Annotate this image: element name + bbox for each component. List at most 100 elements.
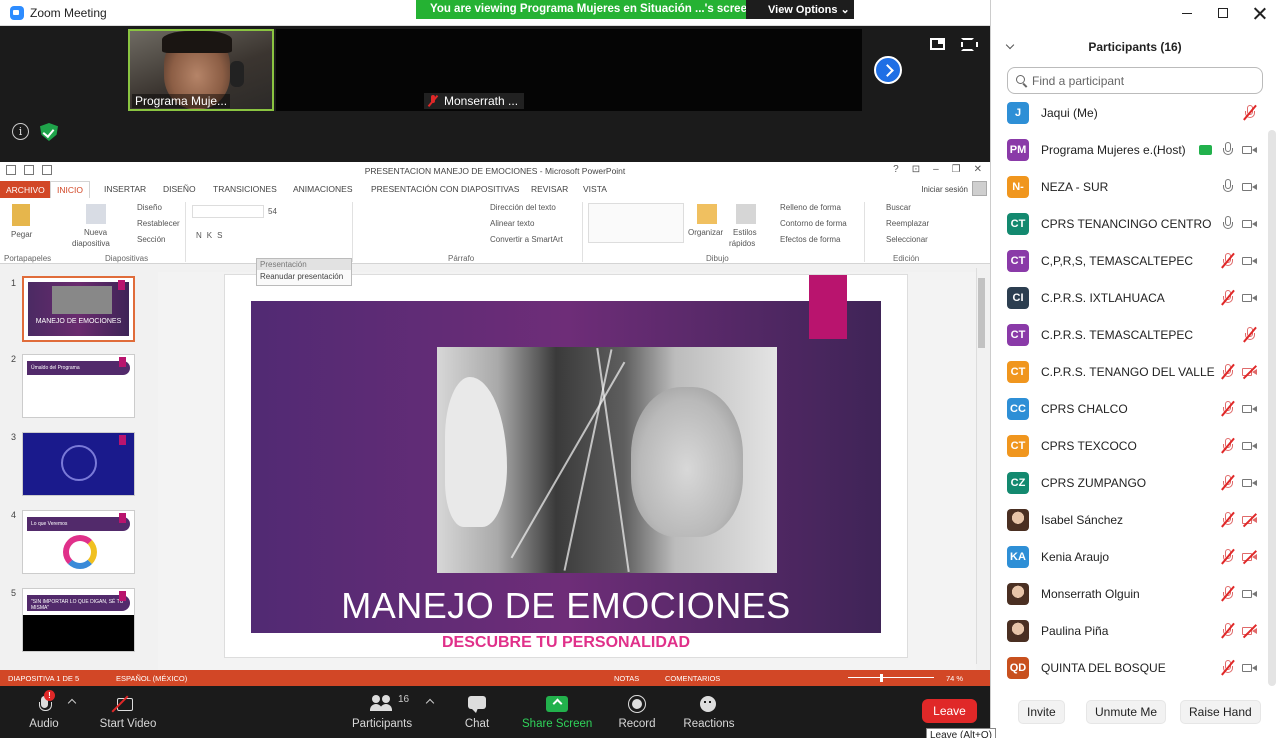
raise-hand-button[interactable]: Raise Hand (1180, 700, 1261, 724)
minimize-icon[interactable] (1182, 13, 1192, 14)
slide-number: 2 (11, 354, 17, 364)
share-screen-label: Share Screen (522, 718, 593, 730)
audio-alert-badge: ! (44, 690, 55, 701)
thumb-title-bar: Ümaldo del Programa (27, 361, 130, 375)
record-button[interactable]: Record (616, 694, 658, 730)
font-size-box: 54 (268, 207, 277, 216)
new-slide-icon (86, 204, 106, 224)
shape-outline-label: Contorno de forma (780, 219, 847, 228)
photo-face-right (631, 387, 743, 537)
avatar: N- (1007, 176, 1029, 198)
video-tile-off[interactable] (276, 29, 862, 111)
participant-name: C.P.R.S. TEMASCALTEPEC (1041, 328, 1194, 342)
slide-background: MANEJO DE EMOCIONES DESCUBRE TU PERSONAL… (251, 301, 881, 651)
next-page-button[interactable] (874, 56, 902, 84)
close-icon[interactable] (1254, 7, 1266, 19)
start-video-button[interactable]: Start Video (96, 694, 160, 730)
zoom-logo-icon (10, 5, 24, 20)
thumb-slide-bg: MANEJO DE EMOCIONES (28, 282, 129, 336)
meeting-info-icon[interactable]: i (12, 123, 29, 140)
video-tile-name: Monserrath ... (424, 93, 525, 109)
tab-animaciones: ANIMACIONES (293, 184, 353, 194)
participant-row[interactable]: Isabel Sánchez (991, 503, 1267, 540)
participant-row[interactable]: PM Programa Mujeres e... (Host) (991, 133, 1267, 170)
slide-thumbnails-panel: 1 MANEJO DE EMOCIONES 2 Ümaldo del Progr… (0, 272, 150, 670)
participant-name: CPRS TEXCOCO (1041, 439, 1137, 453)
thumb-black-area (23, 615, 134, 651)
participant-name: Programa Mujeres e... (1041, 143, 1160, 157)
panel-footer: Invite Unmute Me Raise Hand (990, 700, 1280, 724)
panel-header: Participants (16) (991, 38, 1280, 58)
group-drawing: Dibujo (706, 254, 729, 263)
participant-name: Isabel Sánchez (1041, 513, 1124, 527)
slide-scrollbar-thumb (978, 278, 985, 348)
participant-row[interactable]: CT CPRS TENANCINGO CENTRO (991, 207, 1267, 244)
zoom-slider-track (848, 677, 934, 678)
mic-muted-icon (1221, 548, 1235, 565)
new-slide-label-1: Nueva (84, 228, 108, 237)
audio-options-caret-icon[interactable] (67, 698, 77, 708)
participant-search-input[interactable]: Find a participant (1007, 67, 1263, 94)
video-off-icon (1242, 550, 1258, 564)
quick-styles-label-1: Estilos (733, 228, 757, 237)
reactions-icon (699, 694, 719, 714)
share-screen-button[interactable]: Share Screen (522, 694, 592, 730)
arrange-icon (697, 204, 717, 224)
gallery-view-icon[interactable] (930, 38, 945, 50)
participant-row[interactable]: Paulina Piña (991, 614, 1267, 651)
leave-button[interactable]: Leave (922, 699, 977, 723)
group-paragraph: Párrafo (448, 254, 475, 263)
participant-row[interactable]: QD QUINTA DEL BOSQUE (991, 651, 1267, 688)
ppt-minimize-icon: – (933, 164, 939, 175)
video-icon (1242, 477, 1258, 489)
thumb-pink-accent (119, 591, 126, 601)
invite-button[interactable]: Invite (1018, 700, 1065, 724)
participant-row[interactable]: CT C.P.R.S. TEMASCALTEPEC (991, 318, 1267, 355)
view-options-button[interactable]: View Options ⌄ (746, 0, 854, 19)
participant-name: C.P.R.S. IXTLAHUACA (1041, 291, 1165, 305)
maximize-icon[interactable] (1218, 8, 1228, 18)
participant-row[interactable]: CT CPRS TEXCOCO (991, 429, 1267, 466)
zoom-slider-thumb (880, 674, 883, 682)
ppt-window-title: PRESENTACION MANEJO DE EMOCIONES - Micro… (364, 166, 626, 176)
participant-row[interactable]: CT C,P,R,S, TEMASCALTEPEC (991, 244, 1267, 281)
smartart-label: Convertir a SmartArt (490, 235, 563, 244)
chat-button[interactable]: Chat (460, 694, 494, 730)
participant-row[interactable]: CZ CPRS ZUMPANGO (991, 466, 1267, 503)
participant-name: CPRS TENANCINGO CENTRO (1041, 217, 1212, 231)
participant-name: C,P,R,S, TEMASCALTEPEC (1041, 254, 1194, 268)
video-icon (1242, 255, 1258, 267)
security-shield-icon[interactable] (40, 123, 58, 141)
ppt-help-icon: ? (893, 164, 899, 175)
participant-row[interactable]: KA Kenia Araujo (991, 540, 1267, 577)
slide-scrollbar (976, 268, 986, 664)
participant-row[interactable]: N- NEZA - SUR (991, 170, 1267, 207)
slide-subtitle: DESCUBRE TU PERSONALIDAD (441, 634, 690, 651)
tab-diseno: DISEÑO (163, 184, 196, 194)
unmute-me-button[interactable]: Unmute Me (1086, 700, 1167, 724)
reactions-button[interactable]: Reactions (682, 694, 736, 730)
avatar: KA (1007, 546, 1029, 568)
shapes-gallery (588, 203, 684, 243)
new-slide-label-2: diapositiva (72, 239, 110, 248)
audio-button[interactable]: Audio (28, 694, 60, 730)
reactions-label: Reactions (683, 718, 735, 730)
participant-row[interactable]: CC CPRS CHALCO (991, 392, 1267, 429)
video-tile-label-2: Monserrath ... (444, 94, 519, 108)
status-comments: COMENTARIOS (665, 674, 721, 683)
ribbon-separator (582, 202, 583, 262)
fullscreen-icon[interactable] (961, 38, 978, 51)
participant-row[interactable]: J Jaqui (Me) (991, 96, 1267, 133)
record-label: Record (618, 718, 656, 730)
participant-row[interactable]: Monserrath Olguin (991, 577, 1267, 614)
photo-crack (510, 361, 626, 559)
mic-muted-icon (1221, 363, 1235, 380)
participant-row[interactable]: CT C.P.R.S. TENANGO DEL VALLE (991, 355, 1267, 392)
participants-label: Participants (352, 718, 413, 730)
video-tile-self[interactable]: Programa Muje... (128, 29, 274, 111)
panel-scrollbar[interactable] (1268, 130, 1276, 686)
slide-number: 5 (11, 588, 17, 598)
avatar: CZ (1007, 472, 1029, 494)
participant-row[interactable]: CI C.P.R.S. IXTLAHUACA (991, 281, 1267, 318)
participants-options-caret-icon[interactable] (425, 698, 435, 708)
